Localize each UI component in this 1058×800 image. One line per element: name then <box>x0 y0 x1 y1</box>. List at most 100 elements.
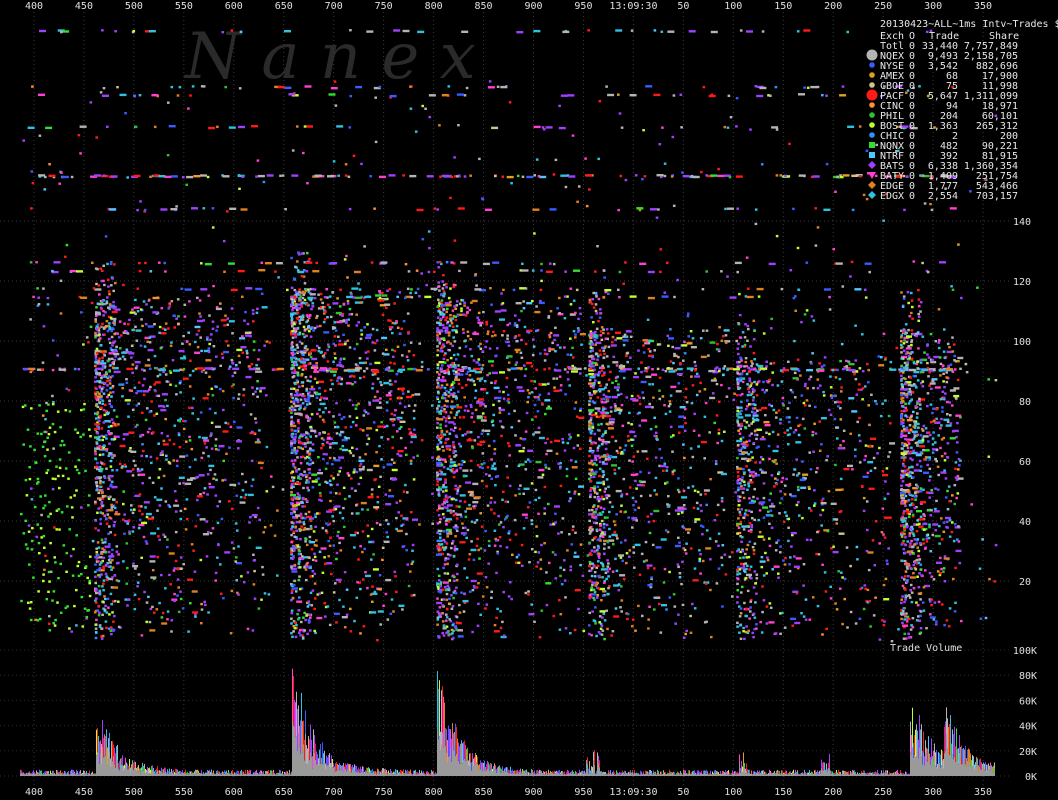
trade-dot <box>736 456 739 460</box>
trade-dot <box>110 480 114 483</box>
trade-dot <box>299 404 302 407</box>
trade-dot <box>628 555 631 558</box>
trade-dot <box>299 587 302 591</box>
trade-dot <box>546 437 549 441</box>
trade-dot <box>118 462 122 466</box>
trade-dot <box>806 387 809 390</box>
trade-dot <box>759 438 766 441</box>
trade-dot <box>296 400 300 404</box>
trade-dot <box>589 384 593 387</box>
trade-dot <box>793 371 797 375</box>
trade-dot <box>650 512 653 516</box>
trade-dot <box>322 397 326 400</box>
trade-dot <box>870 393 873 396</box>
trade-dot <box>613 523 617 527</box>
trade-dot <box>502 390 505 394</box>
trade-dot <box>373 349 377 352</box>
trade-dot <box>104 545 111 548</box>
trade-dot <box>351 420 355 424</box>
trade-dot <box>777 409 781 412</box>
trade-dot <box>666 334 670 337</box>
trade-dot <box>181 342 184 345</box>
trade-dot <box>623 448 626 452</box>
trade-dot <box>241 489 245 492</box>
trade-dot <box>252 348 256 352</box>
trade-dot <box>458 442 461 446</box>
trade-dot <box>651 406 654 409</box>
trade-dot <box>298 560 301 563</box>
trade-dot <box>863 584 867 587</box>
trade-dot <box>751 362 754 365</box>
trade-dot <box>455 330 458 333</box>
trade-dot <box>452 636 455 640</box>
trade-dot <box>443 386 447 390</box>
trade-dot <box>599 506 603 509</box>
trade-dot <box>297 251 300 255</box>
trade-dot <box>125 381 129 384</box>
trade-dot <box>291 587 294 590</box>
trade-dot <box>203 600 206 604</box>
trade-dot <box>305 614 308 617</box>
trade-dot <box>439 426 442 429</box>
trade-dot <box>290 497 294 500</box>
trade-dot <box>821 563 824 566</box>
trade-dot <box>815 552 818 556</box>
trade-dot <box>199 518 206 521</box>
trade-dot <box>246 571 250 574</box>
trade-dot <box>185 454 189 457</box>
trade-dot <box>758 461 762 464</box>
trade-dot <box>855 393 859 396</box>
trade-dot <box>598 488 602 492</box>
trade-dot <box>170 341 173 344</box>
trade-dot <box>336 483 339 486</box>
trade-dot <box>736 365 739 369</box>
trade-dot <box>480 377 484 380</box>
trade-dot <box>164 398 167 402</box>
trade-dot <box>309 462 312 466</box>
trade-dot <box>302 496 305 500</box>
trade-dot <box>112 362 115 366</box>
trade-dot <box>449 458 453 461</box>
trade-dot <box>578 306 582 310</box>
trade-dot <box>99 446 103 450</box>
trade-dot <box>765 605 769 608</box>
trade-dot <box>678 507 685 510</box>
trade-dot <box>309 519 313 522</box>
trade-dot <box>628 411 631 415</box>
trade-dot <box>290 392 293 396</box>
trade-dot <box>606 398 610 401</box>
trade-dot <box>94 563 97 566</box>
trade-dot <box>366 434 369 437</box>
trade-dot <box>255 546 262 549</box>
trade-dot <box>604 447 608 451</box>
trade-dot <box>401 354 404 357</box>
trade-dot <box>459 499 462 503</box>
trade-dot <box>450 546 453 550</box>
trade-dot <box>465 372 468 376</box>
trade-dot <box>329 446 332 449</box>
trade-dot <box>450 594 453 597</box>
trade-dot <box>501 302 505 305</box>
trade-dot <box>867 461 874 464</box>
trade-dot <box>620 495 623 498</box>
trade-dot <box>571 525 575 528</box>
trade-dot <box>155 457 159 460</box>
trade-dot <box>342 333 345 336</box>
trade-dot <box>602 328 605 331</box>
trade-dot <box>592 321 595 324</box>
trade-dot <box>594 606 597 609</box>
trade-dot <box>202 397 209 400</box>
trade-dot <box>297 609 301 612</box>
trade-dot <box>437 514 441 517</box>
trade-dot <box>684 552 688 555</box>
trade-dot <box>619 392 623 396</box>
trade-dot <box>661 395 665 398</box>
trade-dot <box>141 324 144 328</box>
trade-dot <box>103 541 107 544</box>
trade-dot <box>292 530 296 533</box>
trade-dot <box>535 396 538 399</box>
trade-dot <box>436 390 440 393</box>
trade-dot <box>620 599 624 602</box>
trade-dot <box>437 298 440 301</box>
trade-dot <box>449 392 453 396</box>
